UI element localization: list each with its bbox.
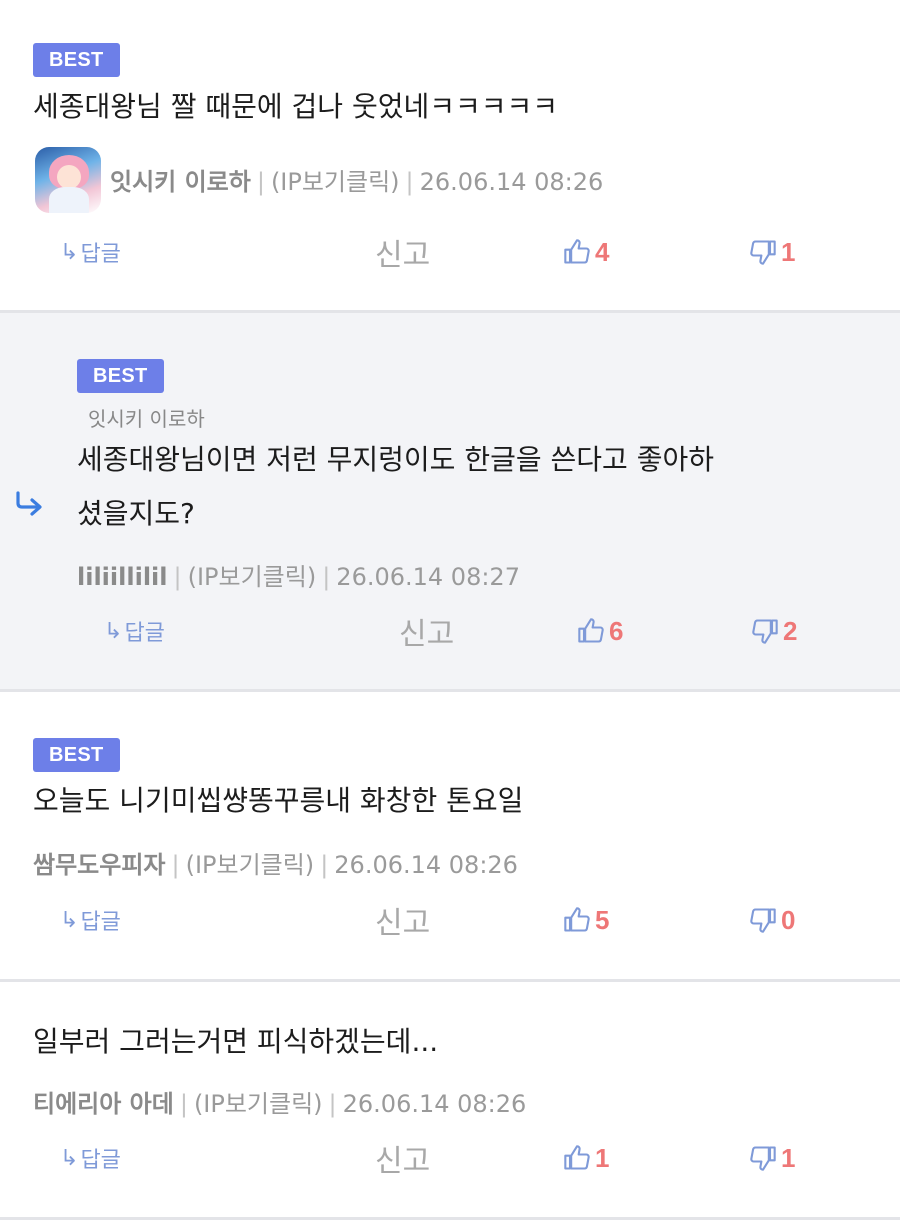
thumbs-down-icon [750,908,776,933]
reply-arrow-icon: ↳ [60,1145,79,1171]
ip-view-link[interactable]: (IP보기클릭) [194,1090,323,1118]
like-count: 5 [595,904,610,935]
dislike-count: 1 [781,1142,796,1173]
comment-meta: liliillilil | (IP보기클릭) | 26.06.14 08:27 [77,563,520,591]
report-button[interactable]: 신고 [399,611,454,652]
timestamp: 26.06.14 08:26 [419,168,604,196]
ip-view-link[interactable]: (IP보기클릭) [188,563,317,591]
like-button[interactable]: 4 [563,232,609,272]
dislike-count: 0 [781,904,796,935]
timestamp: 26.06.14 08:27 [336,563,520,591]
comment-text-line-2: 셨을지도? [77,497,195,530]
reply-button[interactable]: ↳ 답글 [60,1138,121,1178]
best-badge: BEST [33,43,120,77]
comment-item: BEST 세종대왕님 짤 때문에 겁나 웃었네ㅋㅋㅋㅋㅋ 잇시키 이로하 | (IP… [0,0,900,310]
comment-actions: ↳ 답글 신고 5 0 [0,900,900,942]
like-button[interactable]: 5 [563,900,609,940]
ip-view-link[interactable]: (IP보기클릭) [271,168,400,196]
comment-text: 일부러 그러는거면 피식하겠는데... [33,1025,439,1058]
comment-text: 오늘도 니기미씹썅똥꾸릉내 화창한 톤요일 [33,784,524,817]
like-count: 6 [609,615,624,646]
dislike-button[interactable]: 1 [749,232,795,272]
reply-button[interactable]: ↳ 답글 [60,232,121,272]
author-name[interactable]: 티에리아 아데 [33,1090,174,1118]
ip-view-link[interactable]: (IP보기클릭) [186,851,315,879]
report-button[interactable]: 신고 [375,900,430,941]
parent-author: 잇시키 이로하 [88,407,205,431]
best-badge: BEST [77,359,164,393]
avatar[interactable] [35,147,101,213]
comment-meta: 쌈무도우피자 | (IP보기클릭) | 26.06.14 08:26 [33,851,518,879]
author-name[interactable]: 쌈무도우피자 [33,851,165,879]
timestamp: 26.06.14 08:26 [342,1090,527,1118]
reply-arrow-icon: ↳ [60,907,79,933]
thumbs-down-icon [750,1146,776,1171]
comment-meta: 잇시키 이로하 | (IP보기클릭) | 26.06.14 08:26 [110,168,604,196]
comment-actions: ↳ 답글 신고 4 1 [0,232,900,274]
comment-text: 세종대왕님 짤 때문에 겁나 웃었네ㅋㅋㅋㅋㅋ [33,90,559,123]
comment-actions: ↳ 답글 신고 6 2 [0,611,900,653]
reply-button[interactable]: ↳ 답글 [104,611,165,651]
reply-arrow-icon: ↳ [104,618,123,644]
like-count: 4 [595,236,610,267]
thumbs-up-icon [564,1145,590,1170]
report-button[interactable]: 신고 [375,232,430,273]
thumbs-up-icon [564,907,590,932]
thumbs-down-icon [750,240,776,265]
reply-label: 답글 [80,1148,121,1173]
reply-label: 답글 [80,910,121,935]
author-name[interactable]: liliillilil [77,563,168,591]
dislike-button[interactable]: 0 [749,900,795,940]
thumbs-down-icon [752,619,778,644]
thumbs-up-icon [578,618,604,643]
timestamp: 26.06.14 08:26 [334,851,518,879]
comment-text-line-1: 세종대왕님이면 저런 무지렁이도 한글을 쓴다고 좋아하 [77,443,714,476]
reply-button[interactable]: ↳ 답글 [60,900,121,940]
comment-item: BEST 오늘도 니기미씹썅똥꾸릉내 화창한 톤요일 쌈무도우피자 | (IP보기클… [0,692,900,979]
reply-label: 답글 [124,621,165,646]
like-count: 1 [595,1142,610,1173]
comment-actions: ↳ 답글 신고 1 1 [0,1138,900,1180]
dislike-count: 2 [783,615,798,646]
thumbs-up-icon [564,239,590,264]
comment-meta: 티에리아 아데 | (IP보기클릭) | 26.06.14 08:26 [33,1090,527,1118]
report-button[interactable]: 신고 [375,1138,430,1179]
dislike-count: 1 [781,236,796,267]
like-button[interactable]: 6 [577,611,623,651]
reply-label: 답글 [80,242,121,267]
dislike-button[interactable]: 2 [751,611,797,651]
reply-indicator-icon [16,491,42,516]
like-button[interactable]: 1 [563,1138,609,1178]
dislike-button[interactable]: 1 [749,1138,795,1178]
comment-item: 일부러 그러는거면 피식하겠는데... 티에리아 아데 | (IP보기클릭) | 26.… [0,982,900,1217]
divider [0,1217,900,1220]
reply-arrow-icon: ↳ [60,239,79,265]
author-name[interactable]: 잇시키 이로하 [110,168,251,196]
best-badge: BEST [33,738,120,772]
reply-comment-item: BEST 잇시키 이로하 세종대왕님이면 저런 무지렁이도 한글을 쓴다고 좋아… [0,313,900,689]
